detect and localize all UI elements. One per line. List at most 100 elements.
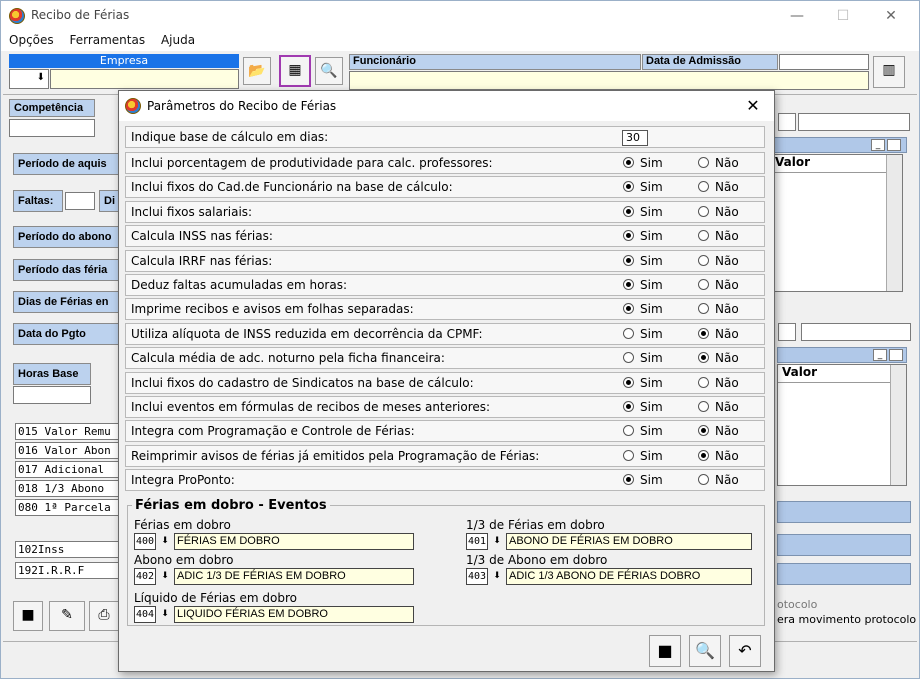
calendar-button[interactable]: ▥	[873, 56, 905, 88]
radio-sim[interactable]: Sim	[623, 205, 663, 219]
dialog-undo-button[interactable]: ↶	[729, 635, 761, 667]
option-label: Integra ProPonto:	[131, 473, 235, 488]
edit-button[interactable]: ✎	[49, 601, 85, 631]
abono-dobro-code[interactable]: 402	[134, 568, 156, 585]
list-item[interactable]: 018 1/3 Abono	[15, 480, 121, 497]
option-row: Integra com Programação e Controle de Fé…	[125, 420, 765, 443]
option-label: Calcula INSS nas férias:	[131, 229, 273, 244]
protocolo-text[interactable]: era movimento protocolo	[777, 613, 916, 626]
radio-dot-icon	[623, 449, 634, 461]
radio-label: Sim	[640, 204, 663, 219]
radio-nao[interactable]: Não	[698, 302, 739, 316]
liquido-dobro-name[interactable]: LIQUIDO FÉRIAS EM DOBRO	[174, 606, 414, 623]
abono-dobro-name[interactable]: ADIC 1/3 DE FÉRIAS EM DOBRO	[174, 568, 414, 585]
radio-nao[interactable]: Não	[698, 400, 739, 414]
radio-nao[interactable]: Não	[698, 351, 739, 365]
horas-base-field[interactable]	[13, 386, 91, 404]
right-field-b[interactable]	[798, 113, 910, 131]
radio-sim[interactable]: Sim	[623, 376, 663, 390]
radio-nao[interactable]: Não	[698, 254, 739, 268]
list-item[interactable]: 102Inss	[15, 541, 121, 558]
empresa-select[interactable]: ⬇	[9, 69, 49, 89]
radio-sim[interactable]: Sim	[623, 327, 663, 341]
terco-abono-dobro-name[interactable]: ADIC 1/3 ABONO DE FÉRIAS DOBRO	[506, 568, 752, 585]
magnifier-icon: 🔍	[695, 641, 715, 660]
liquido-dobro-dropdown[interactable]: ⬇	[158, 606, 172, 623]
right-field-d[interactable]	[801, 323, 911, 341]
option-label: Integra com Programação e Controle de Fé…	[131, 424, 415, 439]
menu-opcoes[interactable]: Opções	[1, 31, 58, 47]
radio-dot-icon	[698, 327, 709, 339]
terco-ferias-dobro-name[interactable]: ABONO DE FÉRIAS EM DOBRO	[506, 533, 752, 550]
abono-dobro-dropdown[interactable]: ⬇	[158, 568, 172, 585]
print-button[interactable]: ⎙	[89, 601, 119, 631]
radio-sim[interactable]: Sim	[623, 156, 663, 170]
terco-ferias-dobro-dropdown[interactable]: ⬇	[490, 533, 504, 550]
radio-nao[interactable]: Não	[698, 327, 739, 341]
open-folder-button[interactable]: 📂	[243, 57, 271, 85]
menu-ferramentas[interactable]: Ferramentas	[61, 31, 149, 47]
radio-sim[interactable]: Sim	[623, 278, 663, 292]
main-title: Recibo de Férias	[31, 8, 130, 22]
radio-sim[interactable]: Sim	[623, 473, 663, 487]
list-item[interactable]: 017 Adicional	[15, 461, 121, 478]
grid-1-scrollbar[interactable]	[886, 155, 902, 291]
main-close-button[interactable]: ✕	[871, 5, 911, 27]
terco-abono-dobro-dropdown[interactable]: ⬇	[490, 568, 504, 585]
minimize-button[interactable]: —	[777, 5, 817, 27]
liquido-dobro-label: Líquido de Férias em dobro	[134, 591, 297, 605]
terco-ferias-dobro-code[interactable]: 401	[466, 533, 488, 550]
competencia-field[interactable]	[9, 119, 95, 137]
base-calculo-input[interactable]: 30	[622, 130, 648, 146]
main-save-button[interactable]: ■	[13, 601, 43, 631]
dialog-close-button[interactable]: ✕	[740, 94, 766, 118]
maximize-button[interactable]: ☐	[823, 5, 863, 27]
dialog-save-button[interactable]: ■	[649, 635, 681, 667]
grid-minimize-2[interactable]: _	[873, 349, 887, 361]
radio-sim[interactable]: Sim	[623, 351, 663, 365]
periodo-abono-label: Período do abono	[13, 226, 121, 248]
list-item[interactable]: 080 1ª Parcela	[15, 499, 121, 516]
parametros-button[interactable]: ▦	[279, 55, 311, 87]
radio-dot-icon	[698, 474, 709, 486]
radio-sim[interactable]: Sim	[623, 424, 663, 438]
terco-abono-dobro-code[interactable]: 403	[466, 568, 488, 585]
radio-sim[interactable]: Sim	[623, 180, 663, 194]
ferias-dobro-code[interactable]: 400	[134, 533, 156, 550]
liquido-dobro-code[interactable]: 404	[134, 606, 156, 623]
menu-ajuda[interactable]: Ajuda	[153, 31, 199, 47]
pen-icon: ✎	[61, 607, 73, 623]
radio-nao[interactable]: Não	[698, 156, 739, 170]
search-doc-button[interactable]: 🔍	[315, 57, 343, 85]
grid-maximize-1[interactable]	[887, 139, 901, 151]
radio-sim[interactable]: Sim	[623, 302, 663, 316]
grid-maximize-2[interactable]	[889, 349, 903, 361]
radio-nao[interactable]: Não	[698, 229, 739, 243]
faltas-field[interactable]	[65, 192, 95, 210]
right-field-a[interactable]	[778, 113, 796, 131]
radio-sim[interactable]: Sim	[623, 400, 663, 414]
right-field-c[interactable]	[778, 323, 796, 341]
radio-sim[interactable]: Sim	[623, 229, 663, 243]
radio-nao[interactable]: Não	[698, 180, 739, 194]
radio-sim[interactable]: Sim	[623, 449, 663, 463]
funcionario-field[interactable]	[349, 71, 869, 90]
dias-ferias-label: Dias de Férias en	[13, 291, 121, 313]
floppy-icon: ■	[21, 607, 35, 623]
empresa-name-field[interactable]	[50, 69, 239, 89]
radio-nao[interactable]: Não	[698, 449, 739, 463]
ferias-dobro-name[interactable]: FÉRIAS EM DOBRO	[174, 533, 414, 550]
radio-nao[interactable]: Não	[698, 473, 739, 487]
list-item[interactable]: 015 Valor Remu	[15, 423, 121, 440]
list-item[interactable]: 016 Valor Abon	[15, 442, 121, 459]
radio-sim[interactable]: Sim	[623, 254, 663, 268]
radio-nao[interactable]: Não	[698, 424, 739, 438]
radio-nao[interactable]: Não	[698, 205, 739, 219]
dialog-search-button[interactable]: 🔍	[689, 635, 721, 667]
grid-minimize-1[interactable]: _	[871, 139, 885, 151]
list-item[interactable]: 192I.R.R.F	[15, 562, 121, 579]
ferias-dobro-dropdown[interactable]: ⬇	[158, 533, 172, 550]
grid-2-scrollbar[interactable]	[890, 365, 906, 485]
radio-nao[interactable]: Não	[698, 376, 739, 390]
radio-nao[interactable]: Não	[698, 278, 739, 292]
